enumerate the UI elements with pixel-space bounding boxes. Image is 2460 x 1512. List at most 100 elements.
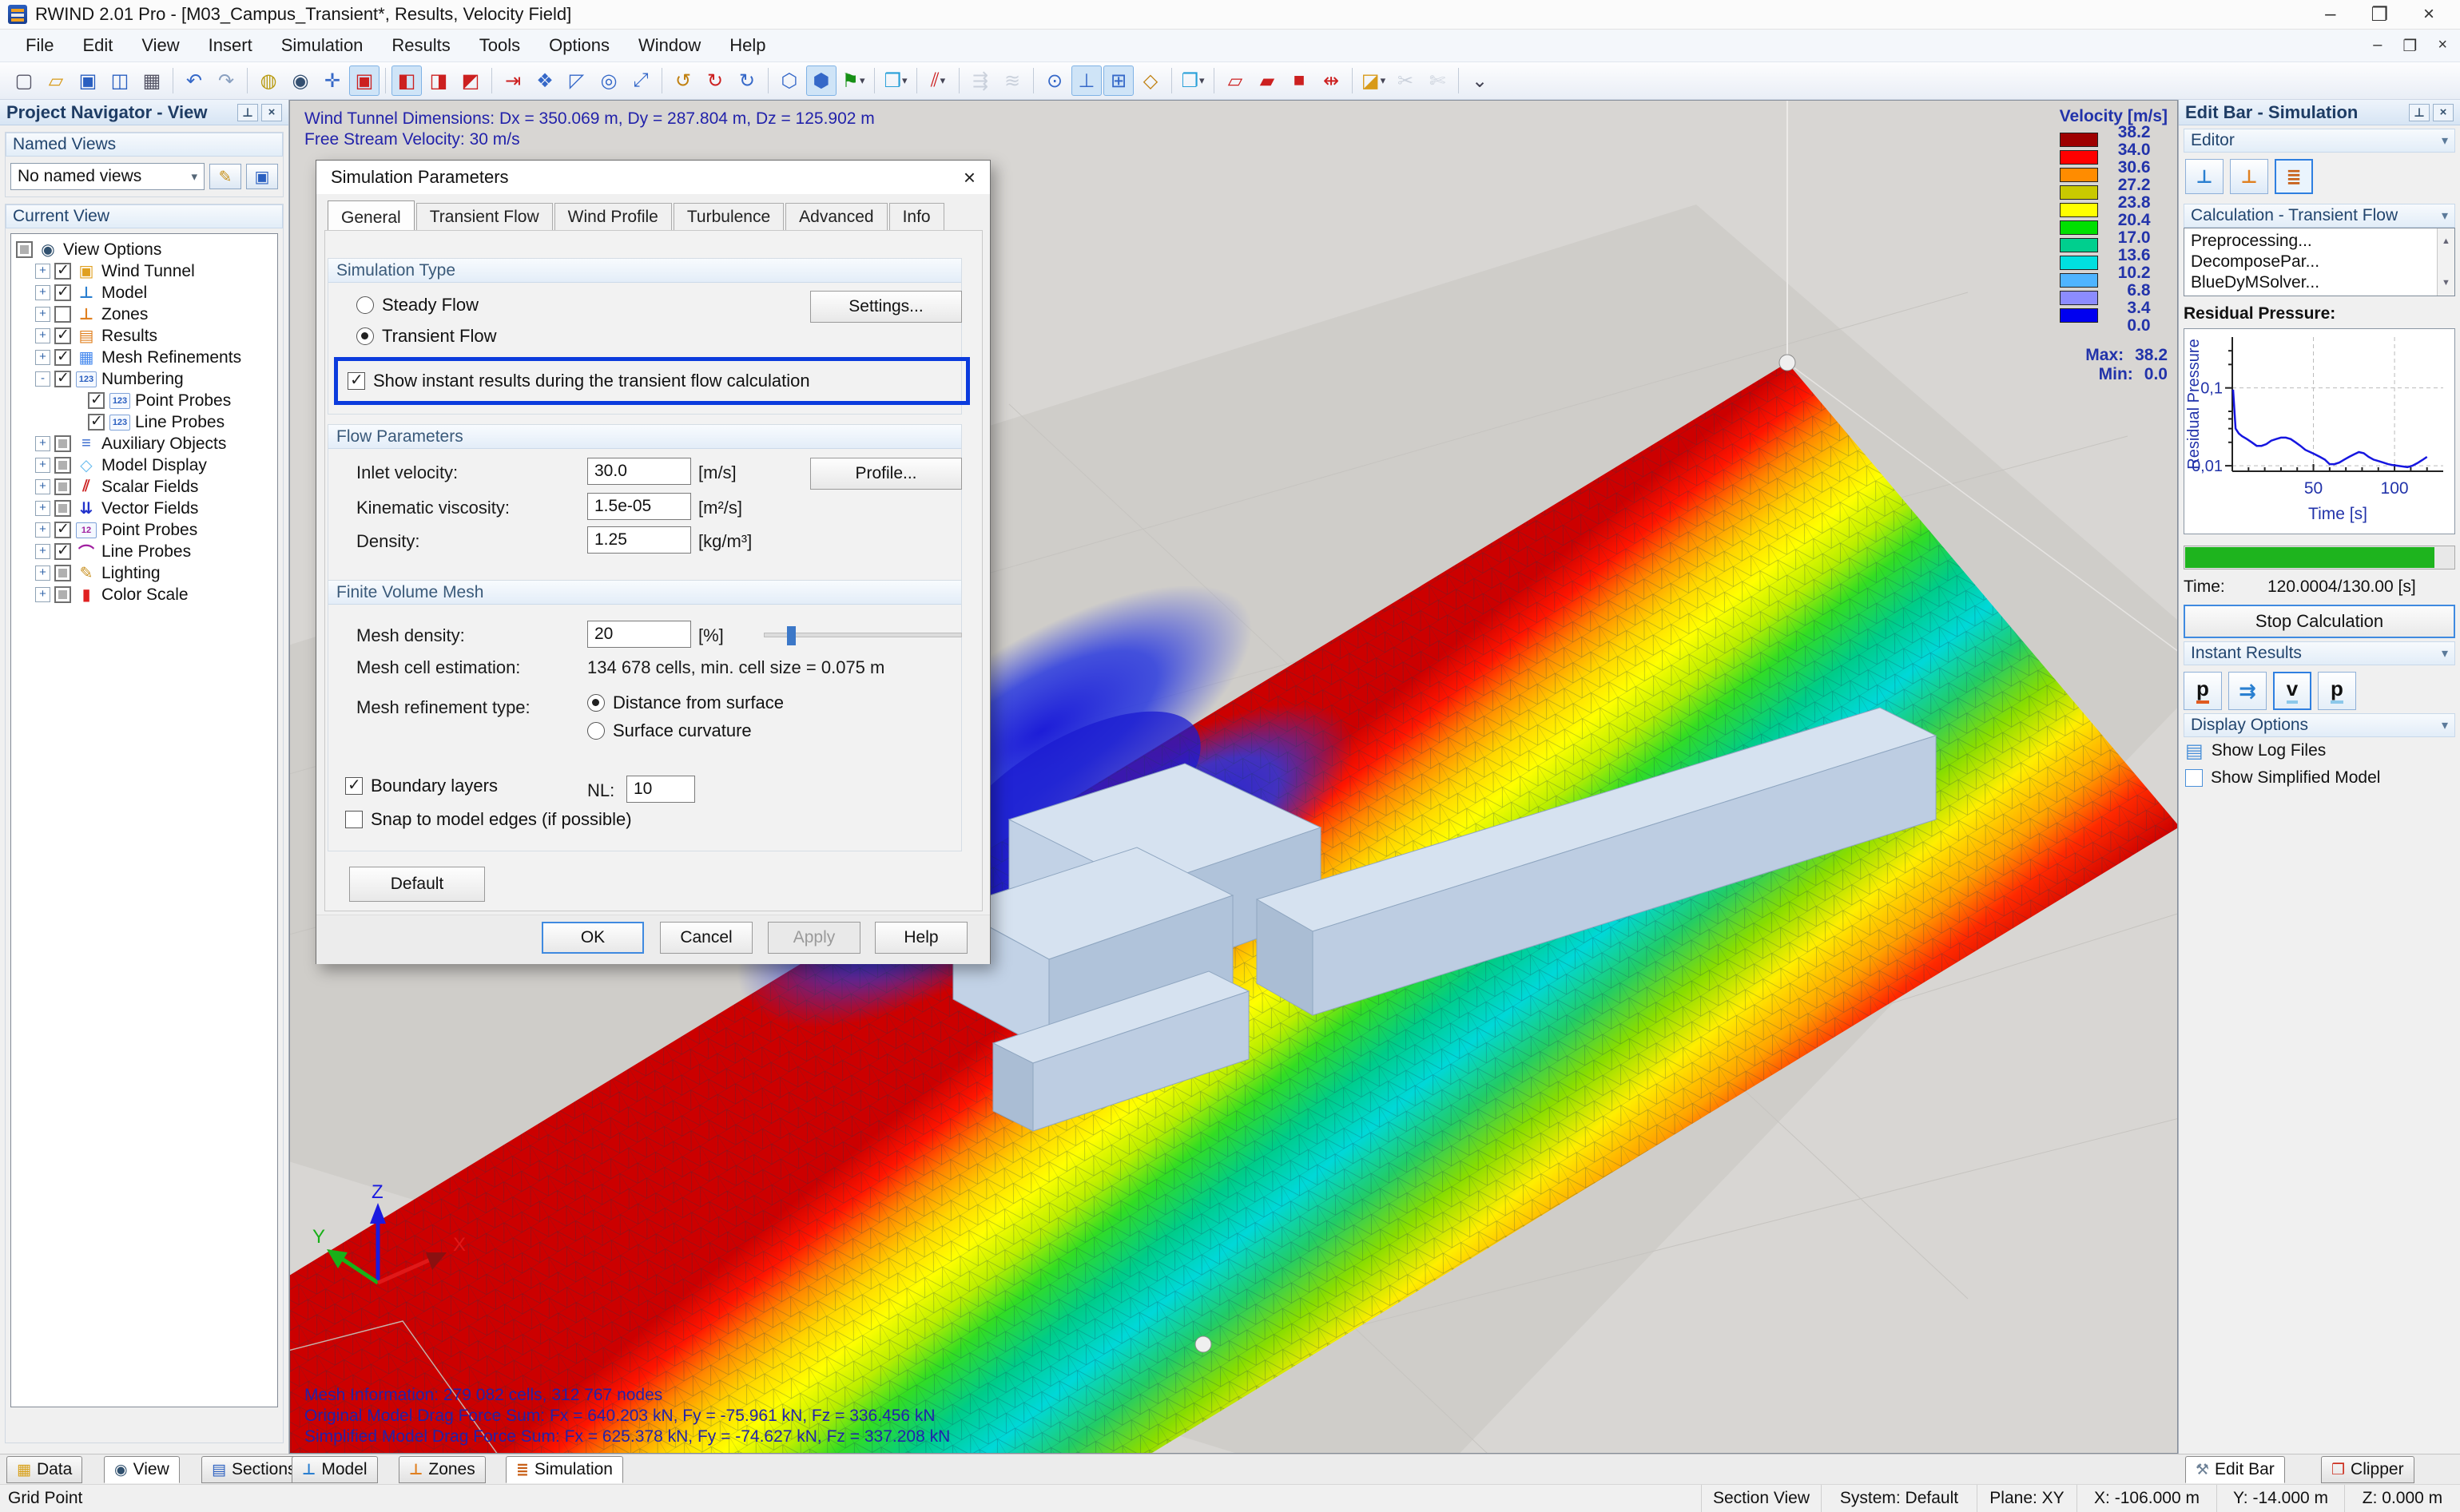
tree-item-point-probes[interactable]: 123 Point Probes xyxy=(11,390,277,411)
zoom-region-button[interactable]: ▣ xyxy=(349,65,380,96)
expand-icon[interactable]: + xyxy=(35,501,50,516)
tree-item-color-scale[interactable]: + ▮ Color Scale xyxy=(11,584,277,605)
mdi-close-button[interactable]: × xyxy=(2438,36,2447,56)
show-zones-button[interactable]: ⊞ xyxy=(1103,65,1134,96)
expand-icon[interactable]: + xyxy=(35,544,50,559)
stream-arrows-button[interactable]: ⇶ xyxy=(965,65,996,96)
tab-general[interactable]: General xyxy=(328,200,415,232)
checkbox[interactable] xyxy=(54,478,71,495)
menu-file[interactable]: File xyxy=(11,32,68,59)
cancel-button[interactable]: Cancel xyxy=(660,922,753,954)
profile-button[interactable]: Profile... xyxy=(810,458,962,490)
tree-item-model-display[interactable]: + ◇ Model Display xyxy=(11,454,277,476)
scroll-up-icon[interactable]: ▲ xyxy=(2442,231,2450,252)
scrollbar[interactable]: ▲ ▼ xyxy=(2437,228,2454,296)
collapse-icon[interactable]: - xyxy=(35,371,50,387)
display-properties-button[interactable]: ⚑ ▾ xyxy=(838,65,868,96)
plane-handle-top[interactable] xyxy=(1778,354,1796,371)
expand-icon[interactable]: + xyxy=(35,479,50,494)
help-button[interactable]: Help xyxy=(875,922,968,954)
tab-info[interactable]: Info xyxy=(888,203,944,231)
slab-red-button[interactable]: ▰ xyxy=(1252,65,1282,96)
tree-item-lighting[interactable]: + ✎ Lighting xyxy=(11,562,277,584)
tab-edit-bar[interactable]: ⚒ Edit Bar xyxy=(2185,1456,2285,1483)
checkbox[interactable] xyxy=(54,565,71,581)
kinematic-viscosity-field[interactable]: 1.5e-05 xyxy=(587,493,691,520)
solver-log-list[interactable]: ▲ ▼ Preprocessing... DecomposePar... BlueD… xyxy=(2184,228,2455,296)
editor-simulation-button[interactable]: ≣ xyxy=(2275,159,2313,194)
tab-advanced[interactable]: Advanced xyxy=(785,203,888,231)
tab-data[interactable]: ▦ Data xyxy=(6,1456,83,1483)
steady-flow-radio[interactable]: Steady Flow xyxy=(356,295,479,315)
tree-item-scalar-fields[interactable]: + ⫽ Scalar Fields xyxy=(11,476,277,498)
dialog-close-icon[interactable]: × xyxy=(964,165,976,190)
scalar-field-button[interactable]: ⫽ ▾ xyxy=(923,65,953,96)
menu-window[interactable]: Window xyxy=(624,32,715,59)
expand-icon[interactable]: + xyxy=(35,522,50,538)
tree-item-numbering[interactable]: - 123Numbering xyxy=(11,368,277,390)
scroll-down-icon[interactable]: ▼ xyxy=(2442,272,2450,293)
square-red-button[interactable]: ■ xyxy=(1284,65,1314,96)
rotate-y-button[interactable]: ↻ xyxy=(732,65,762,96)
tree-item-wind-tunnel[interactable]: + ▣ Wind Tunnel xyxy=(11,260,277,282)
close-icon[interactable]: × xyxy=(261,103,282,121)
mesh-density-slider[interactable] xyxy=(764,626,962,645)
minimize-button[interactable]: – xyxy=(2325,3,2335,26)
zoom-button[interactable]: ◎ xyxy=(594,65,624,96)
menu-view[interactable]: View xyxy=(127,32,193,59)
manage-views-button[interactable]: ✎ xyxy=(209,164,241,189)
expand-icon[interactable]: + xyxy=(35,350,50,365)
checkbox[interactable] xyxy=(88,412,105,431)
tree-item-line-probes[interactable]: 123 Line Probes xyxy=(11,411,277,433)
mesh-density-field[interactable]: 20 xyxy=(587,621,691,648)
cut-section-button[interactable]: ✂ xyxy=(1390,65,1421,96)
expand-icon[interactable]: + xyxy=(35,587,50,602)
checkbox[interactable] xyxy=(54,435,71,452)
collapse-icon[interactable]: ▾ xyxy=(2442,645,2448,661)
tree-item-mesh-refinements[interactable]: + ▦ Mesh Refinements xyxy=(11,347,277,368)
plane-red-button[interactable]: ▱ xyxy=(1220,65,1250,96)
expand-icon[interactable]: + xyxy=(35,566,50,581)
checkbox[interactable] xyxy=(54,520,71,538)
menu-results[interactable]: Results xyxy=(377,32,464,59)
probe-point-button[interactable]: ⊙ xyxy=(1039,65,1070,96)
nl-field[interactable]: 10 xyxy=(626,776,695,803)
tree-item-auxiliary-objects[interactable]: + ≡ Auxiliary Objects xyxy=(11,433,277,454)
show-instant-results-checkbox[interactable]: Show instant results during the transien… xyxy=(348,370,810,391)
checkbox[interactable] xyxy=(16,241,33,258)
pin-icon[interactable]: ⊥ xyxy=(2409,103,2430,121)
snap-to-model-edges-checkbox[interactable]: Snap to model edges (if possible) xyxy=(345,809,632,830)
named-views-dropdown[interactable]: No named views ▾ xyxy=(10,163,205,190)
tab-zones[interactable]: ⊥ Zones xyxy=(399,1456,486,1483)
tree-item-zones[interactable]: + ⊥ Zones xyxy=(11,304,277,325)
checkbox[interactable] xyxy=(88,391,105,409)
editor-zones-button[interactable]: ⊥ xyxy=(2230,159,2268,194)
clipper-tool-button[interactable]: ◪ ▾ xyxy=(1358,65,1389,96)
tree-item-results[interactable]: + ▤ Results xyxy=(11,325,277,347)
isometry-button[interactable]: ◍ xyxy=(253,65,284,96)
editor-model-button[interactable]: ⊥ xyxy=(2185,159,2224,194)
default-button[interactable]: Default xyxy=(349,867,485,902)
checkbox[interactable] xyxy=(54,326,71,344)
show-log-files-button[interactable]: ▤ Show Log Files xyxy=(2184,737,2455,764)
instant-velocity-button[interactable]: v xyxy=(2273,672,2311,710)
instant-streamlines-button[interactable]: ⇉ xyxy=(2228,672,2267,710)
result-volume-button[interactable]: ❐ ▾ xyxy=(1178,65,1208,96)
tab-sections[interactable]: ▤ Sections xyxy=(201,1456,307,1483)
checkbox[interactable] xyxy=(54,347,71,366)
menu-tools[interactable]: Tools xyxy=(465,32,535,59)
menu-insert[interactable]: Insert xyxy=(194,32,267,59)
stop-calculation-button[interactable]: Stop Calculation xyxy=(2184,605,2455,638)
save-data-button[interactable]: ◫ xyxy=(105,65,135,96)
expand-icon[interactable]: + xyxy=(35,264,50,279)
settings-button[interactable]: Settings... xyxy=(810,291,962,323)
collapse-icon[interactable]: ▾ xyxy=(2442,208,2448,224)
redo-button[interactable]: ↷ xyxy=(211,65,241,96)
cut-line-button[interactable]: ✄ xyxy=(1422,65,1453,96)
distance-from-surface-radio[interactable]: Distance from surface xyxy=(587,693,784,713)
probe-lamp-button[interactable]: ◇ xyxy=(1135,65,1166,96)
tab-turbulence[interactable]: Turbulence xyxy=(673,203,785,231)
expand-icon[interactable]: + xyxy=(35,458,50,473)
collapse-icon[interactable]: ▾ xyxy=(2442,717,2448,733)
transient-flow-radio[interactable]: Transient Flow xyxy=(356,326,496,347)
